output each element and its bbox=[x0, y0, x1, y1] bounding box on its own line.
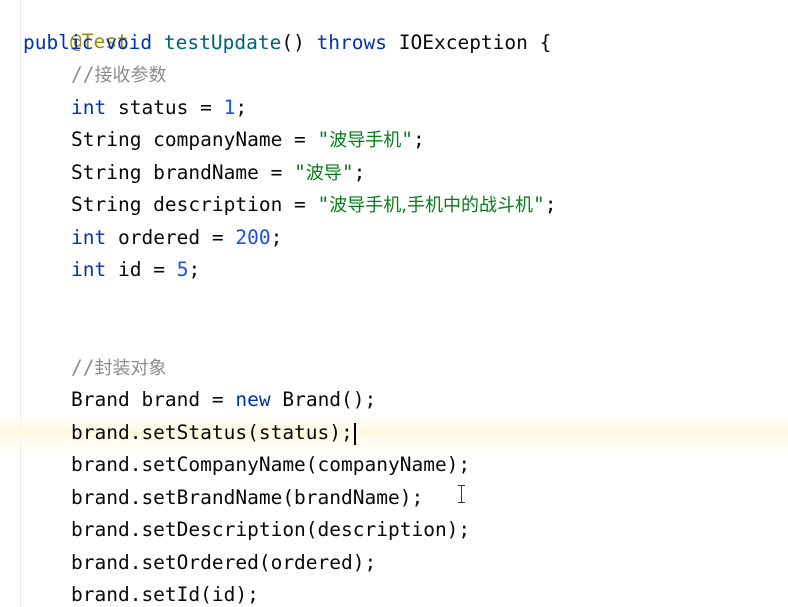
code-line-status[interactable]: int status = 1; bbox=[23, 92, 247, 124]
string-quote: " bbox=[294, 161, 306, 184]
keyword-token: int bbox=[71, 96, 107, 119]
code-line-set-ordered[interactable]: brand.setOrdered(ordered); bbox=[23, 547, 376, 579]
code-token: brand.setDescription(description); bbox=[71, 518, 471, 541]
comment-prefix: // bbox=[71, 63, 95, 86]
comment-text: 封装对象 bbox=[94, 358, 167, 379]
gutter-divider bbox=[20, 0, 21, 607]
code-token: brand.setStatus(status); bbox=[71, 421, 353, 444]
number-literal: 1 bbox=[223, 96, 236, 119]
code-line-set-brand-name[interactable]: brand.setBrandName(brandName); bbox=[23, 482, 423, 514]
code-token: ; bbox=[544, 193, 557, 216]
code-editor[interactable]: @Test public void testUpdate() throws IO… bbox=[0, 0, 788, 607]
code-token: String companyName = bbox=[71, 128, 318, 151]
code-token: ; bbox=[188, 258, 201, 281]
code-token: Brand(); bbox=[270, 388, 377, 411]
string-quote: " bbox=[341, 161, 354, 184]
code-token: IOException { bbox=[387, 31, 552, 54]
code-line-method-signature[interactable]: public void testUpdate() throws IOExcept… bbox=[23, 27, 551, 59]
code-line-ordered[interactable]: int ordered = 200; bbox=[23, 222, 282, 254]
keyword-token: public bbox=[23, 31, 94, 54]
code-line-set-id[interactable]: brand.setId(id); bbox=[23, 579, 259, 607]
keyword-token: int bbox=[71, 226, 107, 249]
comment-prefix: // bbox=[71, 356, 95, 379]
number-literal: 200 bbox=[235, 226, 271, 249]
code-token: brand.setCompanyName(companyName); bbox=[71, 453, 471, 476]
code-token: brand.setId(id); bbox=[71, 583, 259, 606]
keyword-token: new bbox=[235, 388, 271, 411]
code-line-description[interactable]: String description = "波导手机,手机中的战斗机"; bbox=[23, 189, 557, 221]
string-quote: " bbox=[533, 193, 545, 216]
code-line-comment[interactable]: //封装对象 bbox=[23, 352, 166, 384]
code-token: String brandName = bbox=[71, 161, 295, 184]
code-line-annotation[interactable]: @Test bbox=[23, 0, 129, 53]
code-line-id[interactable]: int id = 5; bbox=[23, 254, 200, 286]
number-literal: 5 bbox=[176, 258, 189, 281]
keyword-token: int bbox=[71, 258, 107, 281]
code-token: ordered = bbox=[106, 226, 236, 249]
comment-text: 接收参数 bbox=[94, 65, 167, 86]
code-token: id = bbox=[106, 258, 177, 281]
code-line-comment[interactable]: //接收参数 bbox=[23, 59, 166, 91]
code-token: ; bbox=[235, 96, 248, 119]
keyword-token: throws bbox=[316, 31, 388, 54]
string-literal: 波导 bbox=[305, 163, 342, 184]
code-token: status = bbox=[106, 96, 224, 119]
code-token: ; bbox=[413, 128, 425, 151]
code-line-company-name[interactable]: String companyName = "波导手机"; bbox=[23, 124, 425, 156]
code-line-brand-name[interactable]: String brandName = "波导"; bbox=[23, 157, 365, 189]
code-line-set-status[interactable]: brand.setStatus(status); bbox=[23, 417, 356, 449]
string-quote: " bbox=[317, 128, 330, 151]
code-line-new-brand[interactable]: Brand brand = new Brand(); bbox=[23, 384, 376, 416]
code-token: brand.setBrandName(brandName); bbox=[71, 486, 424, 509]
code-token: () bbox=[281, 31, 317, 54]
string-quote: " bbox=[317, 193, 330, 216]
code-token: brand.setOrdered(ordered); bbox=[71, 551, 377, 574]
code-token: ; bbox=[353, 161, 366, 184]
code-token: Brand brand = bbox=[71, 388, 236, 411]
code-line-set-company-name[interactable]: brand.setCompanyName(companyName); bbox=[23, 449, 470, 481]
mouse-ibeam-cursor-icon bbox=[457, 485, 467, 503]
text-caret bbox=[353, 422, 356, 445]
code-token: ; bbox=[270, 226, 283, 249]
string-quote: " bbox=[401, 128, 414, 151]
method-name-token: testUpdate bbox=[163, 31, 282, 54]
string-literal: 波导手机,手机中的战斗机 bbox=[329, 195, 534, 216]
keyword-token: void bbox=[105, 31, 153, 54]
code-line-set-description[interactable]: brand.setDescription(description); bbox=[23, 514, 470, 546]
string-literal: 波导手机 bbox=[329, 130, 402, 151]
code-token: String description = bbox=[71, 193, 318, 216]
